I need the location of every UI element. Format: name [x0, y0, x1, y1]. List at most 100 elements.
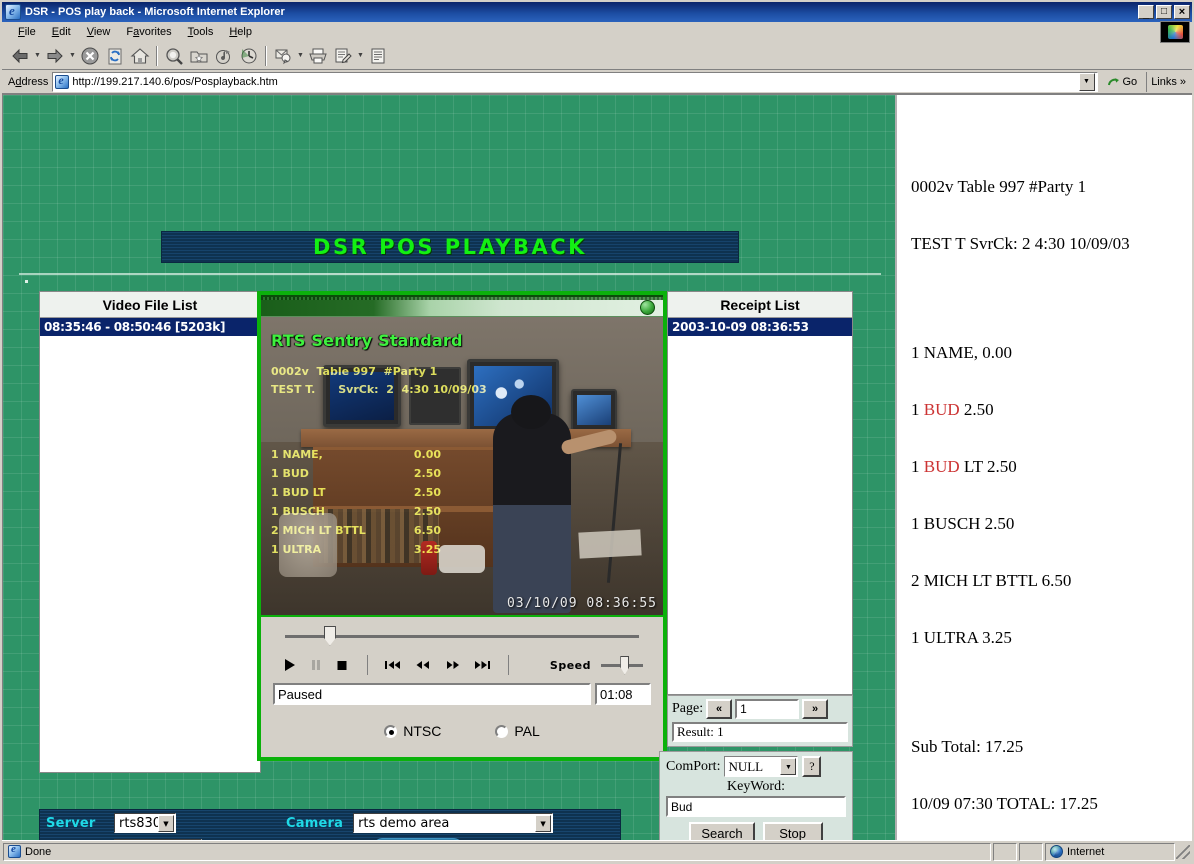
address-dropdown-icon[interactable]: ▼ — [1078, 72, 1095, 91]
search-icon[interactable] — [162, 44, 186, 68]
chevron-down-icon[interactable]: ▼ — [158, 815, 174, 832]
rewind-button[interactable] — [410, 653, 436, 677]
close-button[interactable]: × — [1174, 5, 1190, 19]
page-title: DSR POS PLAYBACK — [313, 235, 587, 259]
speed-slider-thumb[interactable] — [620, 655, 630, 675]
comport-select[interactable]: NULL ▼ — [724, 756, 799, 777]
fast-forward-button[interactable] — [440, 653, 466, 677]
menu-item-file[interactable]: File — [10, 24, 44, 40]
stop-icon[interactable] — [78, 44, 102, 68]
chevron-down-icon[interactable]: ▼ — [535, 815, 552, 832]
go-button[interactable]: Go — [1102, 75, 1143, 89]
list-item[interactable]: 2003-10-09 08:36:53 — [668, 318, 852, 336]
mail-dropdown-icon[interactable]: ▼ — [296, 45, 305, 67]
search-button[interactable]: Search — [372, 838, 464, 840]
ie-document-icon — [5, 3, 21, 20]
seek-slider-thumb[interactable] — [323, 625, 336, 646]
overlay-item-name: 2 MICH LT BTTL — [271, 524, 366, 537]
receipt-item-row: 1 BUD LT 2.50 — [911, 457, 1192, 476]
home-icon[interactable] — [128, 44, 152, 68]
media-icon[interactable] — [212, 44, 236, 68]
receipt-item-row: 1 ULTRA 3.25 — [911, 628, 1192, 647]
radio-ntsc-indicator[interactable] — [384, 724, 398, 738]
comport-label: ComPort: — [666, 758, 721, 774]
transport-controls: Speed — [271, 649, 653, 681]
address-label: Address — [8, 75, 49, 88]
result-count-field[interactable]: Result: 1 — [672, 722, 848, 742]
receipt-detail: 0002v Table 997 #Party 1 TEST T SvrCk: 2… — [911, 139, 1192, 840]
refresh-icon[interactable] — [103, 44, 127, 68]
discuss-icon[interactable] — [366, 44, 390, 68]
playback-status-field[interactable]: Paused — [273, 683, 591, 705]
mail-icon[interactable] — [271, 44, 295, 68]
menu-item-help[interactable]: Help — [221, 24, 260, 40]
receipt-spacer — [911, 291, 1192, 305]
keyword-stop-button[interactable]: Stop — [762, 822, 823, 840]
speed-slider[interactable] — [601, 655, 643, 675]
skip-forward-button[interactable] — [470, 653, 496, 677]
date-search-row: Date 20031009 ▼ Search — [40, 836, 620, 840]
server-select[interactable]: rts830 ▼ — [114, 813, 176, 833]
seek-slider[interactable] — [285, 625, 639, 646]
help-button[interactable]: ? — [802, 756, 822, 777]
print-icon[interactable] — [306, 44, 330, 68]
video-display[interactable]: RTS Sentry Standard 0002v Table 997 #Par… — [261, 317, 663, 617]
forward-icon[interactable] — [43, 44, 67, 68]
forward-dropdown-icon[interactable]: ▼ — [68, 45, 77, 67]
resize-grip[interactable] — [1176, 844, 1190, 859]
comport-panel: ComPort: NULL ▼ ? KeyWord: Bud Search St… — [659, 751, 853, 840]
menu-item-favorites[interactable]: Favorites — [118, 24, 179, 40]
back-icon[interactable] — [8, 44, 32, 68]
receipt-list[interactable]: 2003-10-09 08:36:53 — [668, 318, 852, 336]
list-item[interactable]: 08:35:46 - 08:50:46 [5203k] — [40, 318, 260, 336]
next-page-button[interactable]: » — [802, 699, 829, 719]
address-input[interactable]: http://199.217.140.6/pos/Posplayback.htm… — [52, 71, 1098, 92]
minimize-button[interactable]: _ — [1138, 5, 1154, 20]
overlay-item-row: 1 ULTRA 3.25 — [271, 540, 521, 559]
date-select[interactable]: 20031009 ▼ — [114, 839, 202, 840]
chevron-down-icon[interactable]: ▼ — [780, 758, 797, 775]
overlay-item-name: 1 BUSCH — [271, 505, 326, 518]
menu-item-tools[interactable]: Tools — [180, 24, 222, 40]
minimize-icon: _ — [1142, 8, 1150, 20]
radio-ntsc[interactable]: NTSC — [384, 723, 441, 739]
comport-value: NULL — [728, 758, 764, 774]
prev-page-button[interactable]: « — [706, 699, 733, 719]
playback-time-field[interactable]: 01:08 — [595, 683, 651, 705]
receipt-line-2: TEST T SvrCk: 2 4:30 10/09/03 — [911, 234, 1130, 253]
skip-back-button[interactable] — [380, 653, 406, 677]
receipt-list-panel: Receipt List 2003-10-09 08:36:53 — [667, 291, 853, 695]
receipt-item-row: 2 MICH LT BTTL 6.50 — [911, 571, 1192, 590]
back-dropdown-icon[interactable]: ▼ — [33, 45, 42, 67]
keyword-input[interactable]: Bud — [666, 796, 846, 817]
radio-pal[interactable]: PAL — [495, 723, 540, 739]
camera-label: Camera — [286, 815, 344, 831]
receipt-item-row: 1 BUD 2.50 — [911, 400, 1192, 419]
toolbar-separator-1 — [156, 45, 158, 66]
video-file-list[interactable]: 08:35:46 - 08:50:46 [5203k] — [40, 318, 260, 772]
edit-dropdown-icon[interactable]: ▼ — [356, 45, 365, 67]
stop-button[interactable] — [329, 653, 355, 677]
page-number-input[interactable]: 1 — [735, 699, 800, 719]
play-button[interactable] — [277, 653, 303, 677]
menu-item-view[interactable]: View — [79, 24, 119, 40]
menu-item-edit[interactable]: Edit — [44, 24, 79, 40]
overlay-header-line-1: 0002v Table 997 #Party 1 — [271, 365, 438, 378]
overlay-item-price: 2.50 — [413, 467, 441, 480]
security-zone-pane: Internet — [1045, 842, 1175, 861]
go-arrow-icon — [1107, 77, 1119, 85]
history-icon[interactable] — [237, 44, 261, 68]
camera-select[interactable]: rts demo area ▼ — [353, 813, 554, 833]
maximize-button[interactable]: □ — [1156, 5, 1172, 19]
favorites-icon[interactable] — [187, 44, 211, 68]
radio-ntsc-label: NTSC — [403, 723, 442, 739]
window-buttons: _ □ × — [1138, 5, 1190, 20]
links-button[interactable]: Links » — [1146, 71, 1190, 92]
radio-pal-indicator[interactable] — [495, 724, 509, 738]
video-file-list-header: Video File List — [40, 292, 260, 318]
edit-icon[interactable] — [331, 44, 355, 68]
overlay-item-row: 1 NAME, 0.00 — [271, 445, 521, 464]
player-orb-icon[interactable] — [640, 300, 655, 315]
keyword-search-button[interactable]: Search — [689, 822, 755, 840]
pause-button[interactable] — [303, 653, 329, 677]
